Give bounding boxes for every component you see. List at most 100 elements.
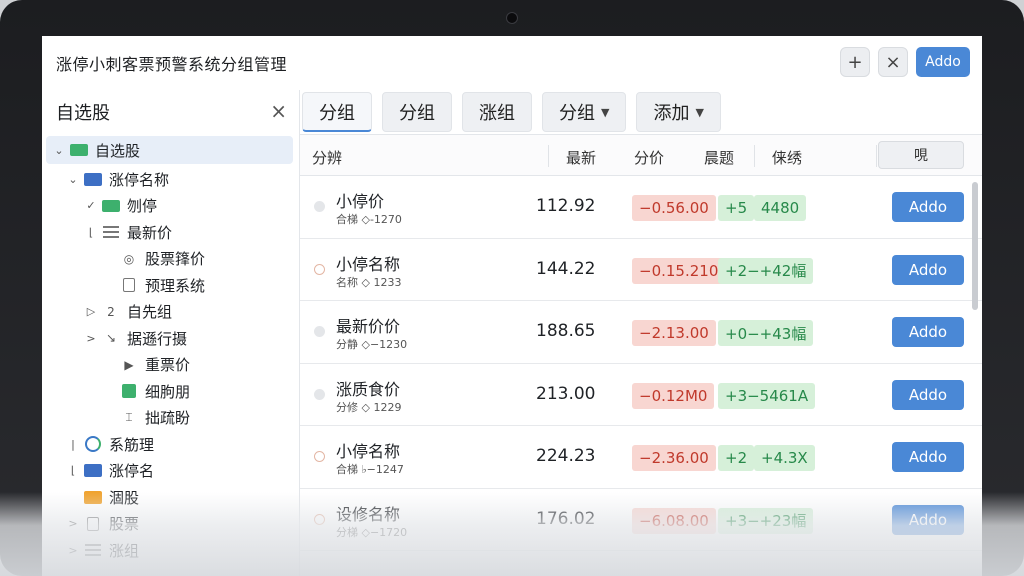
tree-toggle-icon[interactable]: ▷ (84, 305, 98, 318)
tree-toggle-icon[interactable]: > (84, 332, 98, 345)
tab[interactable]: 添加 ▼ (636, 92, 721, 132)
folder-green-icon (102, 199, 120, 213)
sidebar-item-label: 系筋理 (109, 435, 155, 454)
table-row[interactable]: 小停名称 名称 ◇ 1233 144.22 −0.15.210 +2−+42幅 … (300, 239, 982, 301)
stock-price: 188.65 (536, 321, 596, 341)
close-icon[interactable]: × (878, 47, 908, 77)
tree-toggle-icon[interactable]: ✓ (84, 199, 98, 212)
sidebar-item[interactable]: ⌶ 拙疏盼 (42, 405, 299, 432)
sidebar-item[interactable]: > 股票 (42, 511, 299, 538)
doc-icon (120, 278, 138, 293)
add-button[interactable]: Addo (916, 47, 970, 77)
stock-code: 合梯 ◇-1270 (336, 213, 402, 226)
tab[interactable]: 分组 (382, 92, 452, 132)
gain-badge: +5 (718, 195, 755, 221)
sidebar-close-icon[interactable]: × (270, 99, 287, 123)
col-header-volume: 晨题 (704, 149, 735, 167)
col-header-misc: 俫绣 (772, 149, 803, 167)
sidebar-item[interactable]: ✓ 刎停 (42, 193, 299, 220)
sidebar-item[interactable]: > ↘ 据遜行摄 (42, 325, 299, 352)
sidebar-item-label: 拙疏盼 (145, 409, 191, 428)
folder-blue-icon (84, 172, 102, 186)
col-divider (754, 145, 755, 167)
gain-badge-secondary: +4.3X (754, 445, 815, 471)
stock-name: 小停价 (336, 192, 385, 211)
tab-label: 添加 (653, 103, 690, 124)
tree-toggle-icon[interactable]: ⌊ (66, 464, 80, 477)
sidebar-item[interactable]: ▶ 重票价 (42, 352, 299, 379)
table-row[interactable]: 设修名称 分梯 ◇−1720 176.02 −6.08.00 +3−+23幅 A… (300, 489, 982, 551)
add-row-button[interactable]: Addo (892, 254, 964, 285)
plus-icon[interactable]: + (840, 47, 870, 77)
sidebar-item[interactable]: 涸股 (42, 484, 299, 511)
tab-label: 分组 (559, 103, 595, 124)
sidebar-item-label: 涨停名称 (109, 170, 170, 189)
sidebar-item-label: 自选股 (95, 141, 141, 160)
tree-toggle-icon[interactable]: | (66, 438, 80, 451)
row-status-dot (314, 326, 325, 337)
change-badge: −2.13.00 (632, 320, 716, 346)
tab-label: 分组 (319, 102, 355, 124)
two-icon: 2 (107, 304, 115, 319)
sidebar-item-label: 重票价 (145, 356, 191, 375)
sidebar-item-label: 最新价 (127, 223, 173, 242)
folder-blue-icon (84, 464, 102, 478)
main-panel: 分组 分组 涨组 分组 ▼ 添加 ▼ 分辨 最新 分价 晨题 俫绣 哯 小停价 合梯 ◇-1… (300, 90, 982, 576)
vertical-scrollbar[interactable] (972, 182, 978, 310)
stock-code: 名称 ◇ 1233 (336, 275, 402, 289)
folder-orange-icon (84, 490, 102, 504)
tree-toggle-icon[interactable]: ⌄ (66, 173, 80, 186)
stock-code: 分静 ◇−1230 (336, 338, 408, 351)
stock-code: 分梯 ◇−1720 (336, 525, 408, 539)
sidebar-item[interactable]: ⌄ 自选股 (46, 136, 293, 164)
stock-price: 176.02 (536, 508, 596, 529)
radio-icon: ◎ (123, 251, 135, 266)
sidebar-item[interactable]: ⌄ 涨停名称 (42, 166, 299, 193)
stock-price: 112.92 (536, 196, 596, 216)
change-badge: −0.15.210 (632, 257, 726, 284)
tree-toggle-icon[interactable]: > (66, 544, 80, 557)
play-icon: ▶ (124, 357, 134, 372)
stock-price: 224.23 (536, 446, 596, 466)
add-row-button[interactable]: Addo (892, 317, 964, 347)
col-divider (876, 145, 877, 167)
tree-toggle-icon[interactable]: ⌄ (52, 144, 66, 157)
add-row-button[interactable]: Addo (892, 192, 964, 222)
sidebar-item[interactable]: ▷ 2 自先组 (42, 299, 299, 326)
tree-toggle-icon[interactable]: > (66, 517, 80, 530)
gain-badge: +3−5461A (718, 382, 816, 409)
header-action-button[interactable]: 哯 (878, 141, 964, 169)
table-row[interactable]: 小停价 合梯 ◇-1270 112.92 −0.56.00 +5 4480 Ad… (300, 176, 982, 239)
table-row[interactable]: 小停名称 合梯 ♭−1247 224.23 −2.36.00 +2 +4.3X … (300, 426, 982, 489)
gain-badge: +3−+23幅 (718, 507, 814, 534)
add-row-button[interactable]: Addo (892, 504, 964, 535)
sidebar-item[interactable]: ◎ 股票箨价 (42, 246, 299, 273)
sidebar-item-label: 自先组 (127, 303, 173, 322)
tree-toggle-icon[interactable]: ⌊ (84, 226, 98, 239)
sidebar-item[interactable]: ⌊ 涨停名 (42, 458, 299, 485)
tab[interactable]: 涨组 (462, 92, 532, 132)
add-row-button[interactable]: Addo (892, 442, 964, 472)
stock-name: 设修名称 (336, 504, 401, 524)
doc-icon (84, 516, 102, 531)
row-status-dot (314, 388, 325, 400)
sidebar-item-label: 细朐朋 (145, 382, 191, 401)
table-row[interactable]: 最新价价 分静 ◇−1230 188.65 −2.13.00 +0−+43幅 A… (300, 301, 982, 364)
stock-name: 最新价价 (336, 317, 401, 336)
sidebar-item[interactable]: 细朐朋 (42, 378, 299, 405)
sidebar: 自选股 × ⌄ 自选股 ⌄ 涨停名称 ✓ 刎停 ⌊ 最新价 ◎ 股票箨价 预理系统 ▷ 2 自先组 > ↘ 据遜… (42, 90, 300, 576)
add-row-button[interactable]: Addo (892, 379, 964, 410)
sidebar-item[interactable]: > 涨组 (42, 537, 299, 564)
chevron-down-icon: ▼ (601, 105, 610, 119)
row-status-dot (314, 201, 325, 212)
sidebar-item[interactable]: | 系筋理 (42, 431, 299, 458)
sidebar-item-label: 股票箨价 (145, 250, 206, 269)
arrow-icon: ↘ (105, 331, 117, 346)
tab[interactable]: 分组 ▼ (542, 92, 627, 132)
table-row[interactable]: 涨质食价 分修 ◇ 1229 213.00 −0.12M0 +3−5461A A… (300, 364, 982, 426)
sidebar-item[interactable]: ⌊ 最新价 (42, 219, 299, 246)
tab[interactable]: 分组 (302, 92, 372, 132)
gain-badge: +0−+43幅 (718, 320, 814, 346)
sidebar-item[interactable]: 预理系统 (42, 272, 299, 299)
change-badge: −0.56.00 (632, 195, 716, 221)
